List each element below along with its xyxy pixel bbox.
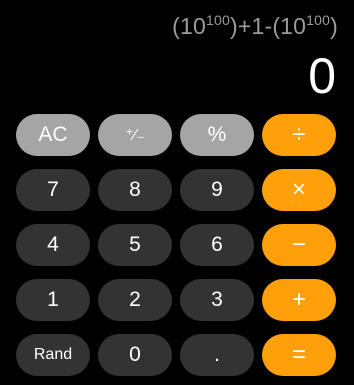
digit-8-button[interactable]: 8 (98, 169, 172, 211)
equals-button[interactable]: = (262, 334, 336, 376)
add-button[interactable]: + (262, 279, 336, 321)
digit-3-button[interactable]: 3 (180, 279, 254, 321)
expression-display: (10100)+1-(10100) (172, 13, 338, 40)
digit-9-button[interactable]: 9 (180, 169, 254, 211)
plus-minus-button[interactable]: ⁺∕₋ (98, 114, 172, 156)
multiply-button[interactable]: × (262, 169, 336, 211)
divide-button[interactable]: ÷ (262, 114, 336, 156)
digit-2-button[interactable]: 2 (98, 279, 172, 321)
digit-6-button[interactable]: 6 (180, 224, 254, 266)
expression-prefix: (10 (172, 13, 207, 39)
exponent-1: 100 (206, 12, 230, 28)
expression-suffix: ) (330, 13, 338, 39)
random-button[interactable]: Rand (16, 334, 90, 376)
keypad: AC ⁺∕₋ % ÷ 7 8 9 × 4 5 6 − 1 2 3 + Rand … (16, 114, 338, 376)
expression-middle: )+1-(10 (229, 13, 307, 39)
subtract-button[interactable]: − (262, 224, 336, 266)
digit-0-button[interactable]: 0 (98, 334, 172, 376)
exponent-2: 100 (306, 12, 331, 28)
result-display: 0 (308, 48, 336, 104)
all-clear-button[interactable]: AC (16, 114, 90, 156)
decimal-button[interactable]: . (180, 334, 254, 376)
percent-button[interactable]: % (180, 114, 254, 156)
digit-1-button[interactable]: 1 (16, 279, 90, 321)
digit-4-button[interactable]: 4 (16, 224, 90, 266)
digit-7-button[interactable]: 7 (16, 169, 90, 211)
calculator-display: (10100)+1-(10100) 0 (0, 0, 354, 108)
digit-5-button[interactable]: 5 (98, 224, 172, 266)
